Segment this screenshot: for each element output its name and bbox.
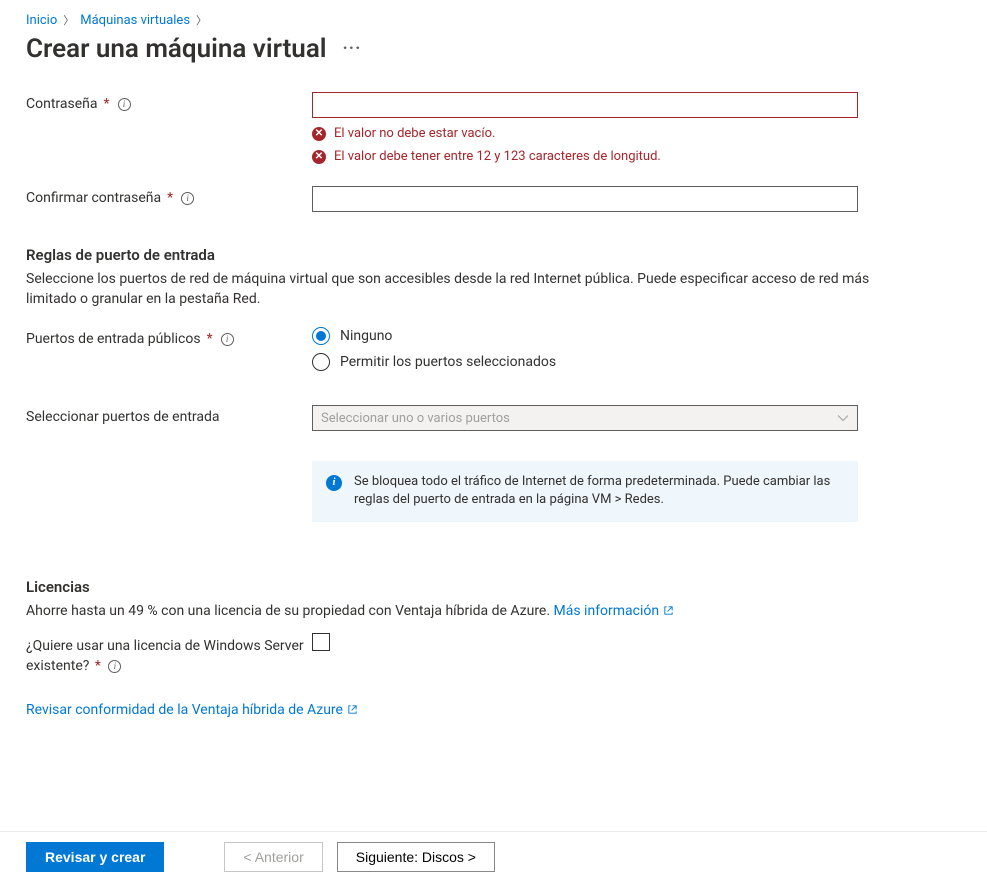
public-ports-radio-group: Ninguno Permitir los puertos seleccionad… [312, 327, 858, 371]
existing-license-label-text: ¿Quiere usar una licencia de Windows Ser… [26, 638, 304, 674]
page-title-text: Crear una máquina virtual [26, 34, 327, 64]
breadcrumb: Inicio 〉 Máquinas virtuales 〉 [26, 12, 961, 28]
next-disks-button[interactable]: Siguiente: Discos > [337, 842, 495, 872]
external-link-icon [663, 605, 674, 616]
review-and-create-button[interactable]: Revisar y crear [26, 842, 164, 872]
required-marker: * [167, 190, 173, 206]
breadcrumb-home[interactable]: Inicio [26, 13, 57, 28]
licensing-learn-more-link[interactable]: Más información [554, 603, 675, 619]
info-icon[interactable]: i [181, 192, 194, 205]
confirm-password-label-text: Confirmar contraseña [26, 190, 161, 206]
inbound-section-desc: Seleccione los puertos de red de máquina… [26, 270, 876, 309]
licensing-desc: Ahorre hasta un 49 % con una licencia de… [26, 602, 876, 622]
info-icon[interactable]: i [118, 98, 131, 111]
chevron-right-icon: 〉 [196, 12, 207, 28]
chevron-right-icon: 〉 [63, 12, 74, 28]
more-actions-icon[interactable]: ··· [343, 40, 362, 58]
required-marker: * [104, 96, 110, 112]
select-ports-label: Seleccionar puertos de entrada [26, 405, 312, 425]
licensing-learn-more-text: Más información [554, 603, 660, 619]
page-title: Crear una máquina virtual ··· [26, 34, 961, 64]
existing-license-label: ¿Quiere usar una licencia de Windows Ser… [26, 633, 312, 676]
radio-icon [312, 353, 330, 371]
info-icon[interactable]: i [221, 333, 234, 346]
radio-none-label: Ninguno [340, 328, 392, 344]
radio-icon [312, 327, 330, 345]
error-icon: ✕ [312, 150, 326, 164]
password-error-length: ✕ El valor debe tener entre 12 y 123 car… [312, 149, 858, 164]
inbound-info-box: i Se bloquea todo el tráfico de Internet… [312, 461, 858, 521]
review-compliance-link[interactable]: Revisar conformidad de la Ventaja híbrid… [26, 702, 358, 718]
review-compliance-text: Revisar conformidad de la Ventaja híbrid… [26, 702, 343, 718]
external-link-icon [347, 704, 358, 715]
confirm-password-input[interactable] [312, 186, 858, 212]
public-ports-label-text: Puertos de entrada públicos [26, 331, 201, 347]
previous-button[interactable]: < Anterior [224, 842, 322, 872]
public-ports-label: Puertos de entrada públicos * i [26, 327, 312, 347]
radio-allow-label: Permitir los puertos seleccionados [340, 354, 556, 370]
password-label: Contraseña * i [26, 92, 312, 112]
password-input[interactable] [312, 92, 858, 118]
licensing-section-title: Licencias [26, 578, 961, 596]
chevron-down-icon [837, 414, 849, 422]
required-marker: * [207, 331, 213, 347]
licensing-desc-text: Ahorre hasta un 49 % con una licencia de… [26, 603, 554, 619]
info-icon[interactable]: i [108, 660, 121, 673]
error-icon: ✕ [312, 127, 326, 141]
select-ports-placeholder: Seleccionar uno o varios puertos [321, 411, 510, 426]
radio-allow-selected[interactable]: Permitir los puertos seleccionados [312, 353, 858, 371]
password-error-length-text: El valor debe tener entre 12 y 123 carac… [334, 149, 661, 164]
password-label-text: Contraseña [26, 96, 98, 112]
password-error-empty-text: El valor no debe estar vacío. [334, 126, 495, 141]
required-marker: * [95, 658, 101, 674]
inbound-info-text: Se bloquea todo el tráfico de Internet d… [354, 473, 844, 509]
radio-none[interactable]: Ninguno [312, 327, 858, 345]
password-error-empty: ✕ El valor no debe estar vacío. [312, 126, 858, 141]
confirm-password-label: Confirmar contraseña * i [26, 186, 312, 206]
select-ports-label-text: Seleccionar puertos de entrada [26, 409, 220, 425]
wizard-footer: Revisar y crear < Anterior Siguiente: Di… [0, 831, 987, 872]
breadcrumb-vms[interactable]: Máquinas virtuales [80, 13, 190, 28]
existing-license-checkbox[interactable] [312, 633, 330, 651]
select-ports-dropdown[interactable]: Seleccionar uno o varios puertos [312, 405, 858, 431]
inbound-section-title: Reglas de puerto de entrada [26, 246, 961, 264]
info-icon: i [326, 475, 342, 491]
